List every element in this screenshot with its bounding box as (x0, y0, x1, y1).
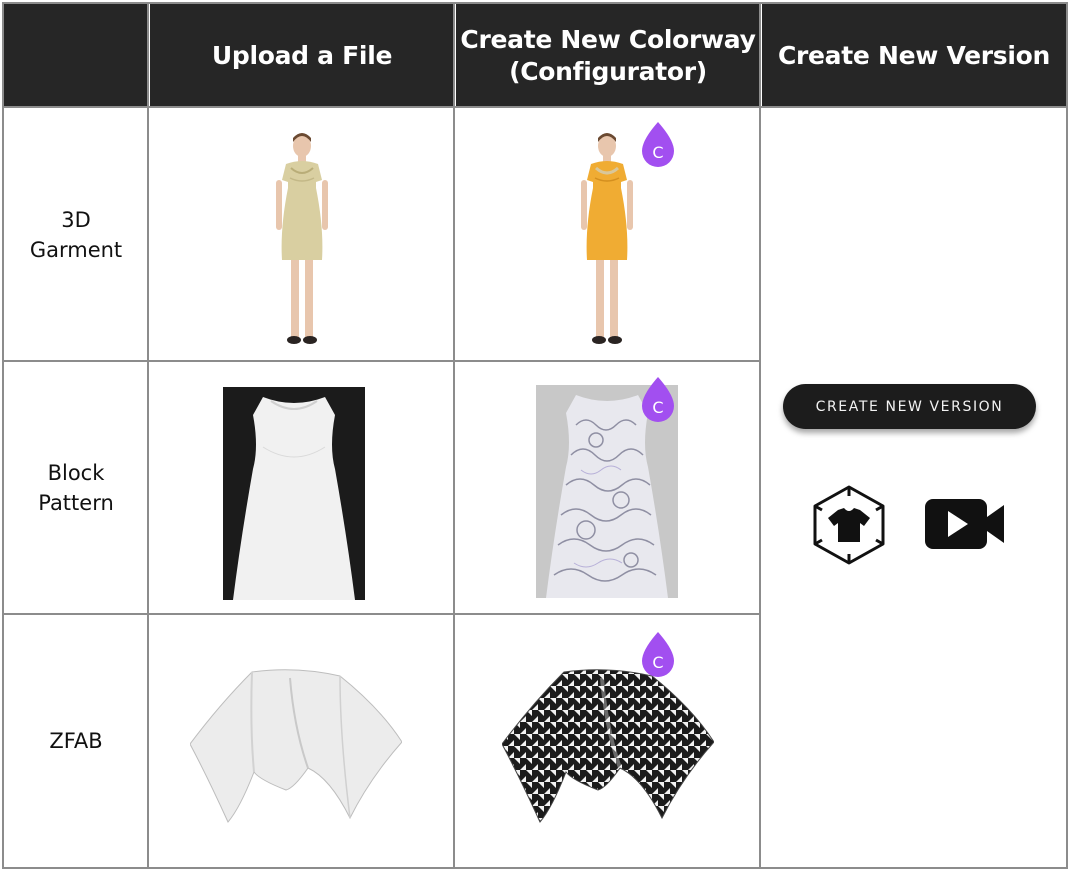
column-divider-2 (453, 2, 455, 869)
comparison-table: Upload a File Create New Colorway (Confi… (0, 0, 1070, 872)
garment-beige-dress-image (276, 133, 328, 344)
column-divider-3 (759, 2, 761, 869)
table-border-right (1066, 2, 1068, 869)
zfab-houndstooth-fabric-image (502, 669, 714, 823)
video-camera-icon[interactable] (924, 497, 1006, 551)
table-border-top (2, 2, 1068, 4)
row-divider-1 (2, 360, 761, 362)
header-create-new-version: Create New Version (762, 4, 1066, 107)
table-border-left (2, 2, 4, 869)
garment-3d-icon[interactable] (810, 484, 888, 566)
table-border-bottom (2, 867, 1068, 869)
row-divider-2 (2, 613, 761, 615)
garment-orange-dress-image (581, 133, 633, 344)
row-label-block-pattern: Block Pattern (38, 461, 114, 515)
create-new-version-button[interactable]: CREATE NEW VERSION (783, 384, 1036, 429)
row-label-zfab: ZFAB (49, 729, 103, 753)
configurator-badge-icon: C (642, 377, 674, 422)
header-upload-a-file: Upload a File (150, 4, 454, 107)
configurator-badge-icon: C (642, 122, 674, 167)
header-create-new-colorway: Create New Colorway (Configurator) (456, 4, 760, 107)
header-corner (4, 4, 148, 107)
row-label-3d-garment: 3D Garment (29, 207, 123, 262)
svg-text:C: C (652, 653, 663, 672)
column-divider-1 (147, 2, 149, 869)
svg-text:C: C (652, 143, 663, 162)
block-pattern-white-dress-image (223, 387, 365, 600)
svg-text:C: C (652, 398, 663, 417)
configurator-badge-icon: C (642, 632, 674, 677)
row-divider-header (2, 106, 1068, 108)
zfab-white-fabric-image (190, 669, 402, 823)
